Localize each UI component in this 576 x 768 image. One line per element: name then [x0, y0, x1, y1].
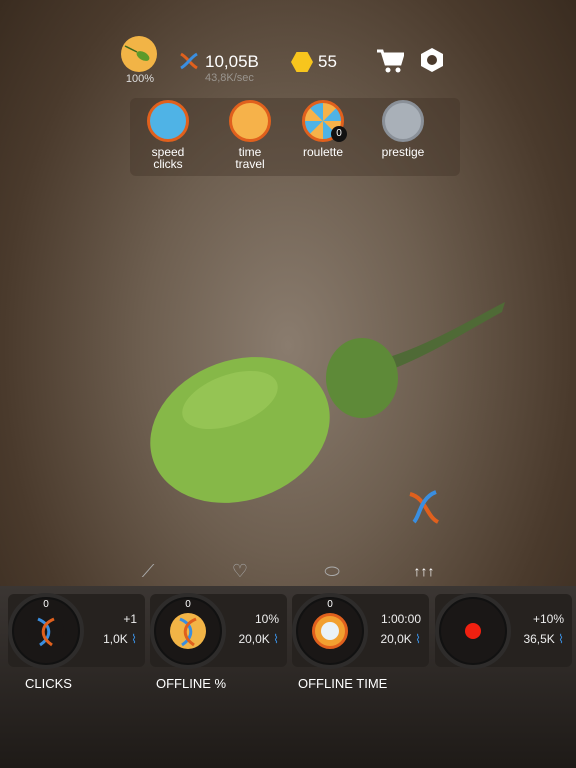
- dna-icon: ⌇: [127, 632, 137, 646]
- dna-icon: ⌇: [269, 632, 279, 646]
- dna-icon: [28, 613, 64, 649]
- speed-clicks-button[interactable]: speed clicks: [128, 98, 208, 170]
- feature-label: travel: [235, 157, 265, 171]
- sperm-avatar-icon[interactable]: [121, 36, 157, 72]
- upgrade-value: 1:00:00: [380, 612, 421, 626]
- cost-value: 1,0K: [103, 632, 128, 646]
- upgrade-value: +1: [123, 612, 137, 626]
- upgrade-level: 0: [327, 599, 333, 610]
- cost-value: 20,0K: [238, 632, 270, 646]
- roulette-button[interactable]: 0 roulette: [283, 98, 363, 158]
- category-tabs: ⟋ ♡ ⬭ ↑↑↑: [0, 556, 576, 586]
- upgrade-button[interactable]: 0: [292, 593, 368, 669]
- roulette-badge: 0: [331, 126, 347, 142]
- muscle-icon[interactable]: ⬭: [317, 556, 347, 586]
- dna-icon: ⌇: [411, 632, 421, 646]
- top-hud: 100% 10,05B 43,8K/sec 55: [0, 36, 576, 86]
- blood-drop-icon: [465, 623, 481, 639]
- dna-icon: [178, 50, 200, 77]
- upgrade-button[interactable]: 0: [8, 593, 84, 669]
- upgrade-cost: 1,0K ⌇: [103, 632, 137, 646]
- upgrade-label: OFFLINE TIME: [298, 676, 388, 691]
- coin-icon: [291, 52, 313, 72]
- upgrade-button[interactable]: 0: [150, 593, 226, 669]
- alarm-clock-icon: [229, 100, 271, 142]
- cart-icon[interactable]: [376, 48, 406, 79]
- upgrade-card[interactable]: 0 10% 20,0K ⌇ OFFLINE %: [150, 593, 287, 691]
- upgrade-cost: 20,0K ⌇: [380, 632, 421, 646]
- upgrade-value: +10%: [532, 612, 564, 626]
- cost-value: 36,5K: [523, 632, 555, 646]
- upgrade-label: OFFLINE %: [156, 676, 227, 691]
- stopwatch-icon: [312, 613, 348, 649]
- dna-icon: [170, 613, 206, 649]
- upgrade-card[interactable]: +10% 36,5K ⌇: [435, 593, 572, 669]
- coin-count: 55: [318, 52, 337, 71]
- feature-bar: speed clicks time travel 0 roulette presti…: [130, 98, 460, 176]
- upgrade-button[interactable]: [435, 593, 511, 669]
- upgrade-card[interactable]: 0 1:00:00 20,0K ⌇ OFFLINE TIME: [292, 593, 429, 691]
- bone-icon[interactable]: ⟋: [133, 556, 163, 586]
- upgrade-cost: 20,0K ⌇: [238, 632, 279, 646]
- prestige-button[interactable]: prestige: [363, 98, 443, 158]
- progress-percent: 100%: [125, 73, 155, 85]
- upgrades-arrows-icon[interactable]: ↑↑↑: [409, 556, 439, 586]
- feature-label: clicks: [153, 157, 183, 171]
- dna-bonus-icon[interactable]: [406, 488, 442, 531]
- heart-icon[interactable]: ♡: [225, 556, 255, 586]
- dna-icon: ⌇: [554, 632, 564, 646]
- upgrade-cost: 36,5K ⌇: [523, 632, 564, 646]
- settings-hex-icon[interactable]: [420, 47, 444, 78]
- upgrade-level: 0: [185, 599, 191, 610]
- prestige-dna-icon: [382, 100, 424, 142]
- dna-rate: 43,8K/sec: [205, 72, 254, 84]
- dna-total: 10,05B: [205, 52, 259, 71]
- time-travel-button[interactable]: time travel: [210, 98, 290, 170]
- upgrade-level: 0: [43, 599, 49, 610]
- sperm-cell[interactable]: [140, 290, 520, 530]
- feature-label: roulette: [302, 145, 344, 159]
- upgrade-label: CLICKS: [25, 676, 72, 691]
- cost-value: 20,0K: [380, 632, 412, 646]
- speed-clicks-icon: [147, 100, 189, 142]
- upgrade-panel: 0 +1 1,0K ⌇ CLICKS 0 10% 20,0K ⌇ OFFLINE …: [0, 586, 576, 768]
- upgrade-card[interactable]: 0 +1 1,0K ⌇ CLICKS: [8, 593, 145, 691]
- upgrade-value: 10%: [254, 612, 279, 626]
- feature-label: prestige: [381, 145, 425, 159]
